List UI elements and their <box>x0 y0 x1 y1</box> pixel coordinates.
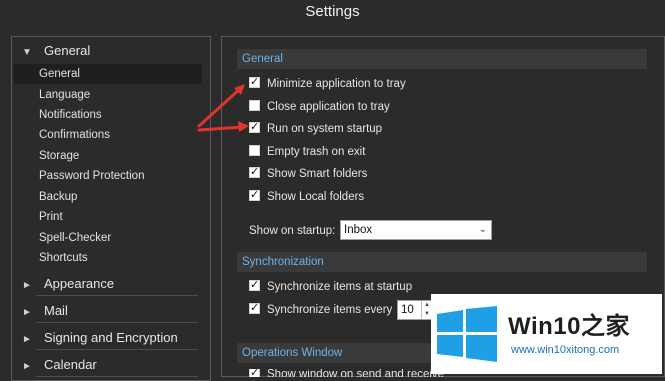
option-minimize-to-tray[interactable]: Minimize application to tray <box>249 75 406 93</box>
window-title: Settings <box>305 3 360 20</box>
checkbox[interactable] <box>249 188 260 202</box>
watermark-url: www.win10xitong.com <box>511 344 620 356</box>
sidebar-item-language[interactable]: Language <box>14 85 202 105</box>
divider <box>36 322 198 323</box>
sidebar-item-print[interactable]: Print <box>14 207 202 227</box>
checkbox[interactable] <box>249 165 260 179</box>
chevron-right-icon: ► <box>22 307 32 318</box>
settings-sidebar: ▼ General General Language Notifications … <box>11 36 211 381</box>
checkbox[interactable] <box>249 145 260 157</box>
section-header-general: General <box>237 49 647 69</box>
checkbox[interactable] <box>249 301 260 315</box>
chevron-right-icon: ► <box>22 361 32 372</box>
sidebar-item-shortcuts[interactable]: Shortcuts <box>14 248 202 268</box>
divider <box>36 349 198 350</box>
divider <box>36 295 198 296</box>
annotation-arrows <box>197 84 249 132</box>
checkbox[interactable] <box>249 278 260 292</box>
red-arrow-line <box>197 86 243 128</box>
sidebar-item-password-protection[interactable]: Password Protection <box>14 166 202 186</box>
checkbox[interactable] <box>249 369 260 377</box>
option-show-local-folders[interactable]: Show Local folders <box>249 188 364 206</box>
sidebar-item-storage[interactable]: Storage <box>14 146 202 166</box>
option-sync-at-startup[interactable]: Synchronize items at startup <box>249 278 412 296</box>
windows-logo-icon <box>437 306 497 362</box>
red-arrowhead <box>238 121 249 132</box>
sidebar-group-appearance[interactable]: ► Appearance <box>22 273 114 295</box>
sync-interval-stepper[interactable]: 10 ▲ ▼ <box>397 300 433 320</box>
sidebar-item-confirmations[interactable]: Confirmations <box>14 125 202 145</box>
sidebar-item-notifications[interactable]: Notifications <box>14 105 202 125</box>
watermark-title: Win10之家 <box>508 313 630 340</box>
section-header-synchronization: Synchronization <box>237 252 647 272</box>
chevron-right-icon: ► <box>22 334 32 345</box>
chevron-right-icon: ► <box>22 280 32 291</box>
sidebar-group-signing-encryption[interactable]: ► Signing and Encryption <box>22 327 178 349</box>
watermark-badge: Win10之家 www.win10xitong.com <box>431 294 662 374</box>
sidebar-item-spell-checker[interactable]: Spell-Checker <box>14 228 202 248</box>
option-close-to-tray[interactable]: Close application to tray <box>249 98 390 116</box>
option-empty-trash[interactable]: Empty trash on exit <box>249 143 365 161</box>
sidebar-group-calendar[interactable]: ► Calendar <box>22 354 97 376</box>
option-run-on-startup[interactable]: Run on system startup <box>249 120 382 138</box>
red-arrow-line <box>197 125 245 132</box>
startup-label: Show on startup: <box>249 225 336 237</box>
chevron-down-icon: ⌄ <box>478 224 487 235</box>
option-show-window-send-receive[interactable]: Show window on send and receive <box>249 369 444 377</box>
option-show-smart-folders[interactable]: Show Smart folders <box>249 165 367 183</box>
chevron-down-icon: ▼ <box>22 47 32 58</box>
option-sync-every[interactable]: Synchronize items every <box>249 301 392 319</box>
sidebar-group-general[interactable]: ▼ General <box>22 40 90 62</box>
sidebar-item-general[interactable]: General <box>14 64 202 84</box>
sidebar-item-backup[interactable]: Backup <box>14 187 202 207</box>
startup-select[interactable]: Inbox ⌄ <box>340 220 492 240</box>
sidebar-group-mail[interactable]: ► Mail <box>22 300 68 322</box>
